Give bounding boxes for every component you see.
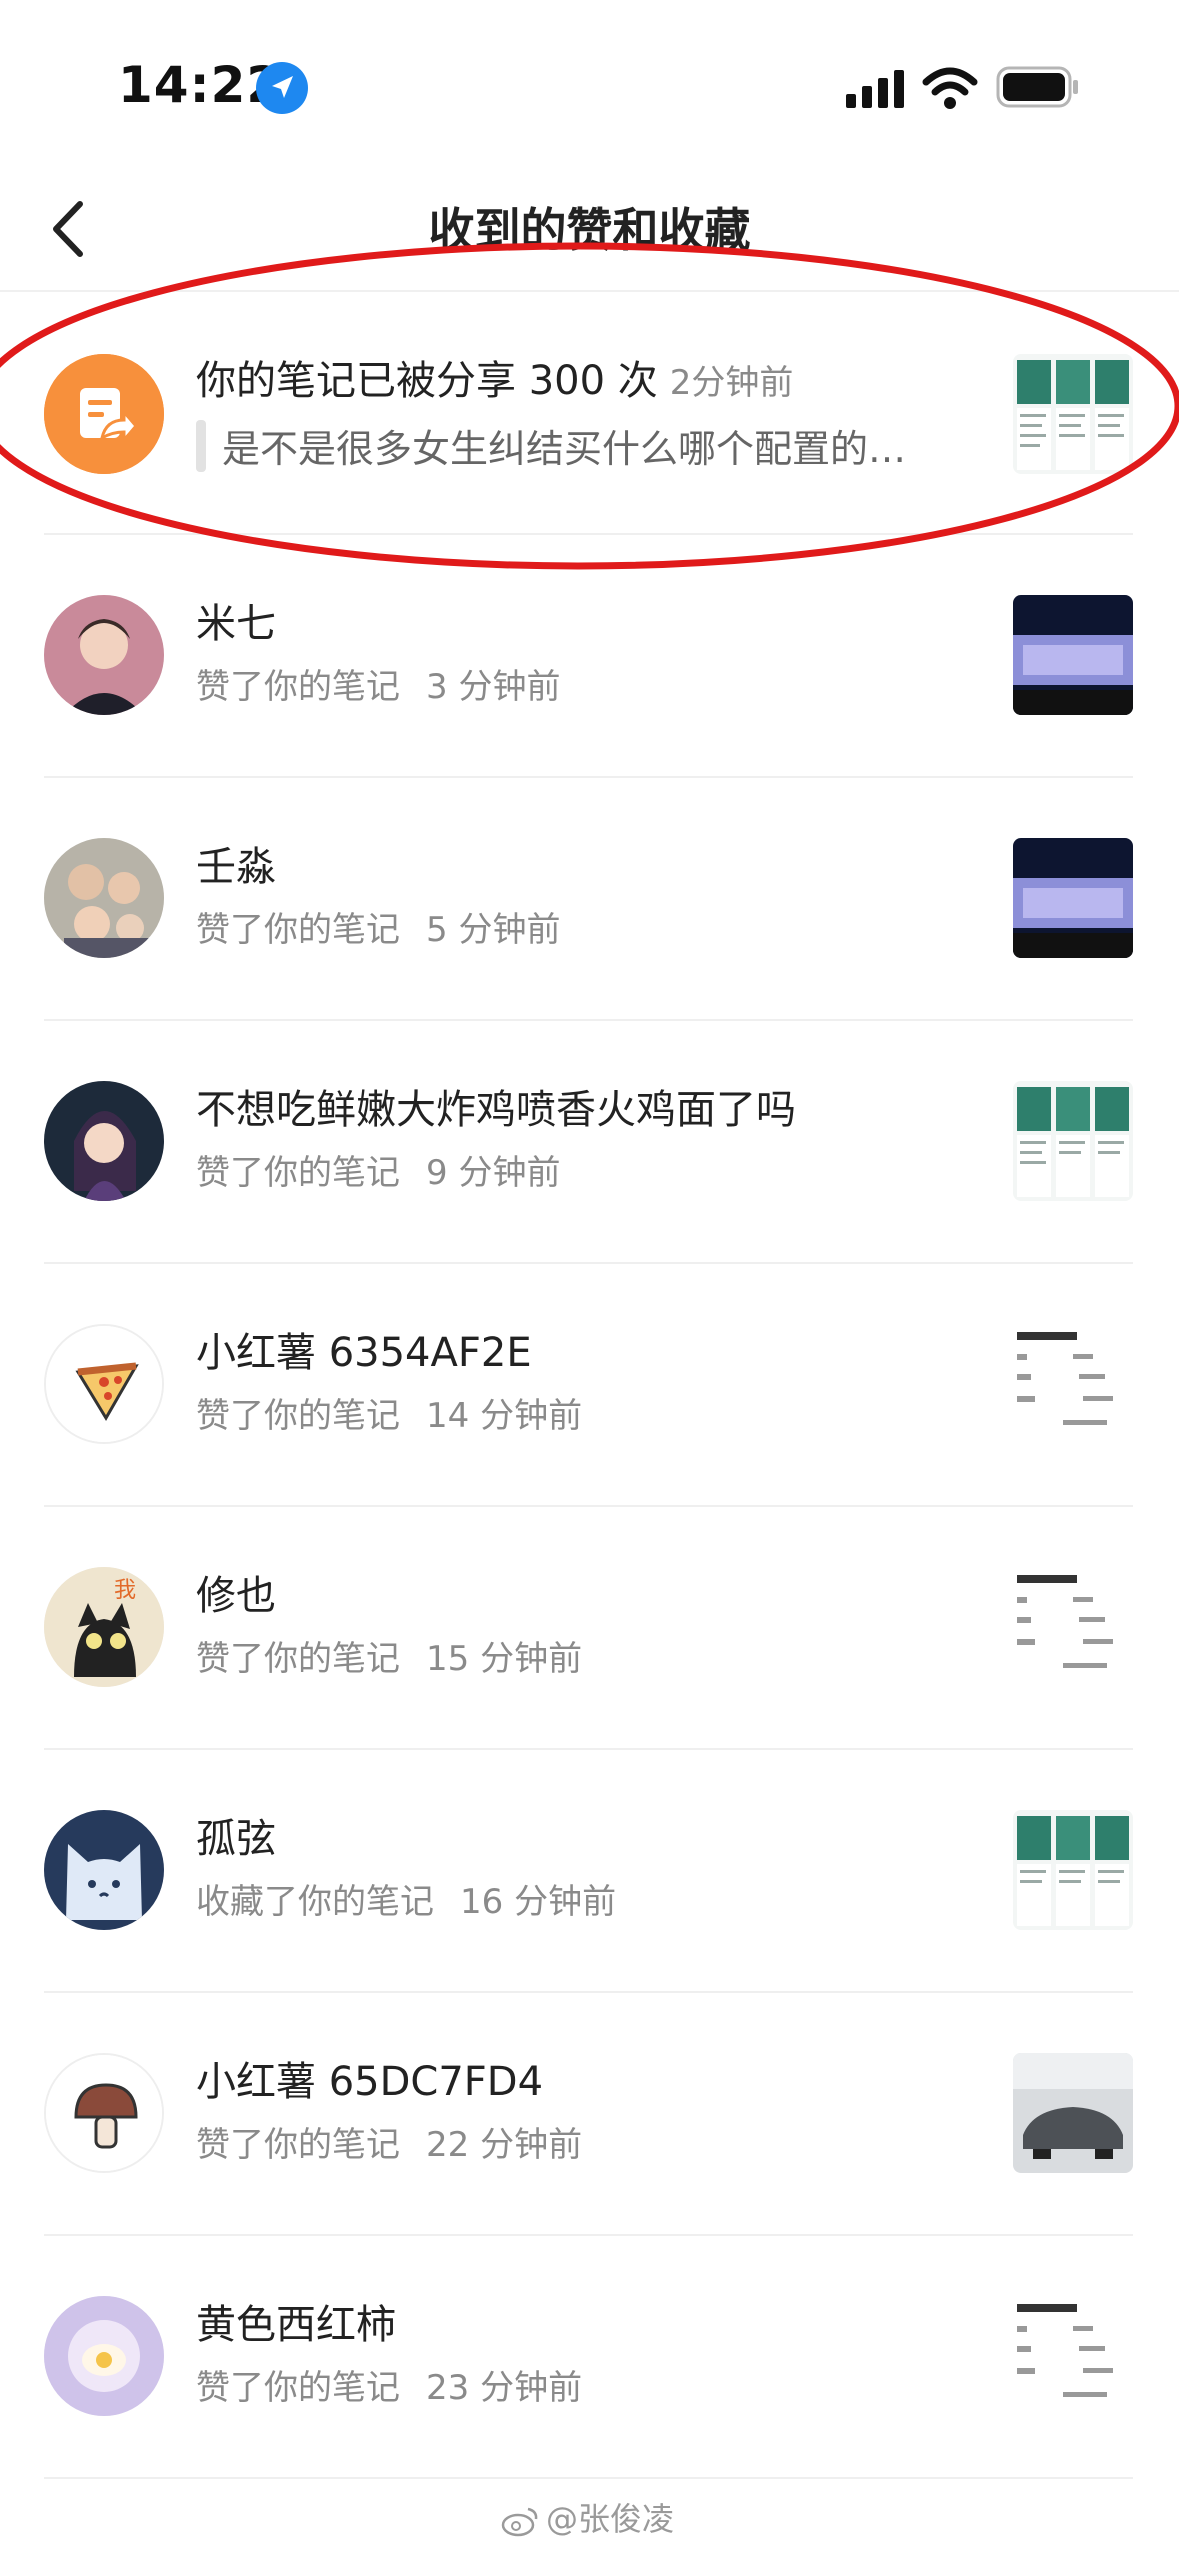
list-item[interactable]: 小红薯 65DC7FD4 赞了你的笔记 22 分钟前	[0, 1993, 1179, 2236]
divider	[44, 2477, 1133, 2479]
user-name[interactable]: 小红薯 6354AF2E	[196, 1320, 532, 1378]
weibo-icon	[501, 2507, 538, 2537]
avatar[interactable]	[44, 1810, 164, 1930]
avatar[interactable]	[44, 1081, 164, 1201]
user-name[interactable]: 黄色西红柿	[196, 2292, 396, 2350]
note-thumbnail[interactable]	[1013, 1081, 1133, 1201]
list-item[interactable]: 我 修也 赞了你的笔记 15 分钟前	[0, 1507, 1179, 1750]
pizza-icon[interactable]	[44, 1324, 164, 1444]
note-thumbnail[interactable]	[1013, 2296, 1133, 2416]
note-thumbnail[interactable]	[1013, 1324, 1133, 1444]
activity-text: 赞了你的笔记 23 分钟前	[196, 2368, 583, 2408]
weibo-watermark: @张俊凌	[500, 2494, 674, 2540]
user-name[interactable]: 孤弦	[196, 1806, 276, 1864]
svg-text:我: 我	[114, 1578, 136, 1603]
note-thumbnail[interactable]	[1013, 1810, 1133, 1930]
activity-text: 赞了你的笔记 15 分钟前	[196, 1639, 583, 1679]
list-item[interactable]: 小红薯 6354AF2E 赞了你的笔记 14 分钟前	[0, 1264, 1179, 1507]
nav-header: 收到的赞和收藏	[0, 170, 1179, 292]
share-note-icon	[44, 354, 164, 474]
note-thumbnail[interactable]	[1013, 838, 1133, 958]
list-item[interactable]: 孤弦 收藏了你的笔记 16 分钟前	[0, 1750, 1179, 1993]
mushroom-icon[interactable]	[44, 2053, 164, 2173]
list-item[interactable]: 黄色西红柿 赞了你的笔记 23 分钟前	[0, 2236, 1179, 2479]
location-arrow-icon	[256, 62, 308, 114]
activity-text: 赞了你的笔记 22 分钟前	[196, 2125, 583, 2165]
note-thumbnail[interactable]	[1013, 2053, 1133, 2173]
note-thumbnail[interactable]	[1013, 1567, 1133, 1687]
user-name[interactable]: 修也	[196, 1563, 276, 1621]
quote-bar	[196, 420, 206, 472]
list-item[interactable]: 壬淼 赞了你的笔记 5 分钟前	[0, 778, 1179, 1021]
avatar[interactable]	[44, 838, 164, 958]
activity-text: 赞了你的笔记 14 分钟前	[196, 1396, 583, 1436]
status-bar: 14:22	[0, 0, 1179, 170]
list-item[interactable]: 米七 赞了你的笔记 3 分钟前	[0, 535, 1179, 778]
activity-text: 收藏了你的笔记 16 分钟前	[196, 1882, 617, 1922]
battery-icon	[996, 66, 1078, 108]
list-item[interactable]: 不想吃鲜嫩大炸鸡喷香火鸡面了吗 赞了你的笔记 9 分钟前	[0, 1021, 1179, 1264]
user-name[interactable]: 米七	[196, 591, 276, 649]
share-notice-title: 你的笔记已被分享 300 次 2分钟前	[196, 358, 794, 404]
activity-text: 赞了你的笔记 3 分钟前	[196, 667, 561, 707]
signal-icon	[846, 70, 904, 108]
user-name[interactable]: 壬淼	[196, 834, 276, 892]
avatar[interactable]	[44, 595, 164, 715]
note-thumbnail[interactable]	[1013, 354, 1133, 474]
avatar[interactable]	[44, 2296, 164, 2416]
share-notice-time: 2分钟前	[669, 363, 794, 403]
page-title: 收到的赞和收藏	[428, 203, 751, 257]
note-thumbnail[interactable]	[1013, 595, 1133, 715]
wifi-icon	[922, 67, 978, 109]
share-notice-quote: 是不是很多女生纠结买什么哪个配置的…	[222, 427, 907, 471]
activity-text: 赞了你的笔记 9 分钟前	[196, 1153, 561, 1193]
share-notice-row[interactable]: 你的笔记已被分享 300 次 2分钟前 是不是很多女生纠结买什么哪个配置的…	[0, 292, 1179, 535]
avatar[interactable]: 我	[44, 1567, 164, 1687]
user-name[interactable]: 不想吃鲜嫩大炸鸡喷香火鸡面了吗	[196, 1077, 796, 1135]
activity-text: 赞了你的笔记 5 分钟前	[196, 910, 561, 950]
user-name[interactable]: 小红薯 65DC7FD4	[196, 2049, 543, 2107]
